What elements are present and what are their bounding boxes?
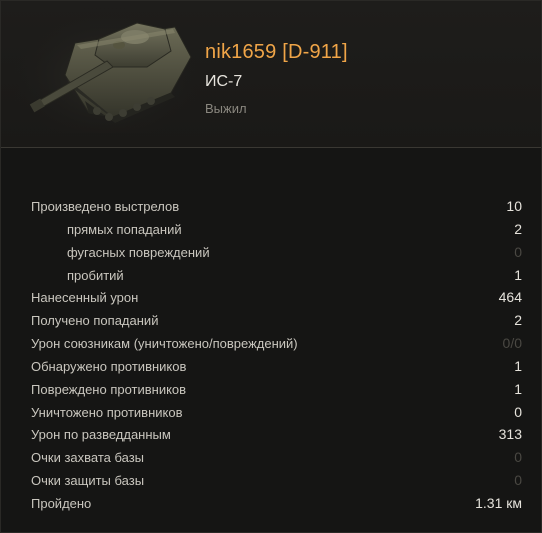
stat-label: Пройдено xyxy=(31,495,92,511)
stat-value: 0 xyxy=(514,243,522,260)
stat-label: Очки защиты базы xyxy=(31,473,145,489)
stat-label: Урон союзникам (уничтожено/повреждений) xyxy=(31,336,298,352)
stat-value: 2 xyxy=(514,220,522,237)
battle-results-window: nik1659 [D-911] ИС-7 Выжил Произведено в… xyxy=(0,0,542,533)
stat-row: Уничтожено противников 0 xyxy=(1,401,541,424)
stat-row: Нанесенный урон 464 xyxy=(1,286,541,309)
stat-value: 1 xyxy=(514,380,522,397)
tank-image xyxy=(15,5,197,133)
stat-value: 10 xyxy=(506,198,522,214)
stat-label: Обнаружено противников xyxy=(31,358,187,374)
stat-row: Обнаружено противников 1 xyxy=(1,355,541,378)
stat-label: Уничтожено противников xyxy=(31,404,183,420)
stat-row: Очки захвата базы 0 xyxy=(1,446,541,469)
stat-label: Получено попаданий xyxy=(31,313,159,329)
stat-value: 0 xyxy=(514,449,522,466)
stat-label: пробитий xyxy=(67,267,124,283)
vehicle-header: nik1659 [D-911] ИС-7 Выжил xyxy=(1,1,541,148)
stat-label: прямых попаданий xyxy=(67,221,182,237)
stat-row: Повреждено противников 1 xyxy=(1,378,541,401)
stat-row: фугасных повреждений 0 xyxy=(1,241,541,264)
stat-label: Урон по разведданным xyxy=(31,427,171,443)
stat-row: Урон союзникам (уничтожено/повреждений) 0… xyxy=(1,332,541,355)
tank-name: ИС-7 xyxy=(205,73,243,90)
stat-value: 464 xyxy=(498,289,522,306)
stat-row: прямых попаданий 2 xyxy=(1,218,541,241)
stat-value: 313 xyxy=(498,426,522,443)
stat-value: 1 xyxy=(514,266,522,283)
stat-value: 1 xyxy=(514,357,522,374)
stat-label: Произведено выстрелов xyxy=(31,199,180,214)
stat-label: Повреждено противников xyxy=(31,381,187,397)
stat-row: пробитий 1 xyxy=(1,264,541,287)
stat-row: Получено попаданий 2 xyxy=(1,309,541,332)
stat-row: Произведено выстрелов 10 xyxy=(1,195,541,218)
battle-stats-list: Произведено выстрелов 10 прямых попаданий 2… xyxy=(1,195,541,515)
stat-label: фугасных повреждений xyxy=(67,244,210,260)
stat-value: 0/0 xyxy=(502,335,522,352)
stat-row: Очки защиты базы 0 xyxy=(1,469,541,492)
stat-label: Очки захвата базы xyxy=(31,450,145,466)
stat-label: Нанесенный урон xyxy=(31,290,139,306)
stat-value: 1.31 км xyxy=(475,494,522,511)
stat-value: 0 xyxy=(514,403,522,420)
stat-row: Пройдено 1.31 км xyxy=(1,492,541,515)
stat-value: 0 xyxy=(514,472,522,489)
stat-value: 2 xyxy=(514,312,522,329)
stat-row: Урон по разведданным 313 xyxy=(1,423,541,446)
survival-status: Выжил xyxy=(205,101,247,116)
player-name: nik1659 [D-911] xyxy=(205,41,348,63)
